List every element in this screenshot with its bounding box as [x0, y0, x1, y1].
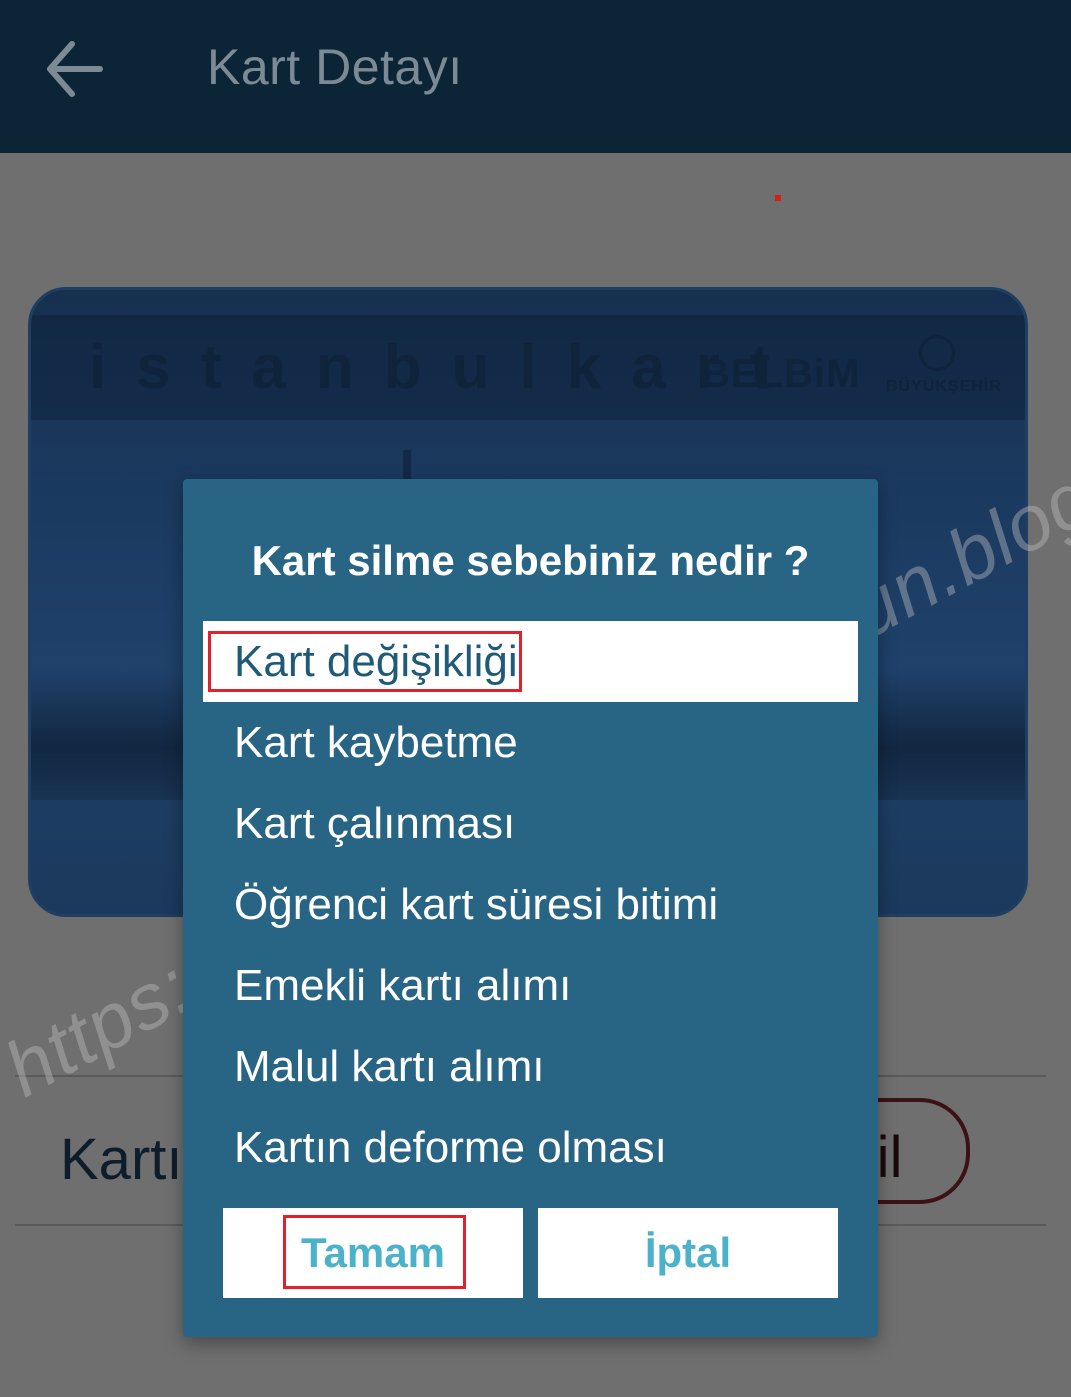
back-button[interactable] [42, 36, 112, 102]
reason-option-card-stolen[interactable]: Kart çalınması [203, 783, 858, 864]
app-bar: Kart Detayı [0, 0, 1071, 153]
delete-reason-dialog: Kart silme sebebiniz nedir ? Kart değişi… [183, 479, 878, 1337]
reason-option-retired-card[interactable]: Emekli kartı alımı [203, 945, 858, 1026]
municipality-logo-icon [919, 335, 955, 371]
reason-option-disabled-card[interactable]: Malul kartı alımı [203, 1026, 858, 1107]
selected-option-highlight [208, 631, 522, 692]
card-brand: istanbulkart [89, 333, 801, 402]
reason-option-card-lost[interactable]: Kart kaybetme [203, 702, 858, 783]
card-row-label: Kartı [60, 1127, 183, 1192]
ok-button-highlight [283, 1215, 466, 1289]
card-partner-logo: BELBiM [701, 352, 861, 396]
reason-option-student-expiry[interactable]: Öğrenci kart süresi bitimi [203, 864, 858, 945]
page-title: Kart Detayı [207, 39, 463, 95]
indicator-dot [775, 195, 781, 201]
cancel-button[interactable]: İptal [538, 1208, 838, 1298]
dialog-title: Kart silme sebebiniz nedir ? [251, 537, 810, 584]
reason-option-card-deformed[interactable]: Kartın deforme olması [203, 1107, 858, 1188]
arrow-left-icon [47, 41, 103, 97]
card-municipality: BÜYÜKŞEHİR [886, 378, 1002, 395]
